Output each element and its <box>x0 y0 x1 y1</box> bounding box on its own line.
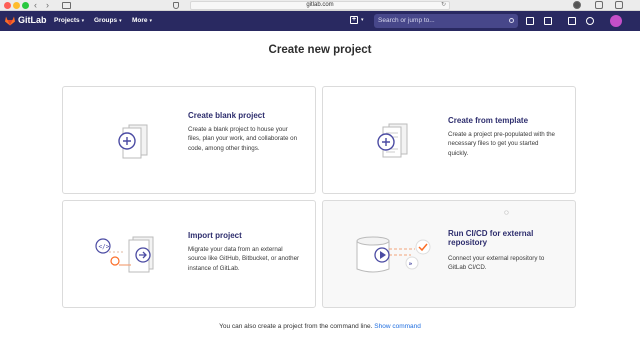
show-command-link[interactable]: Show command <box>374 323 421 330</box>
forward-icon[interactable]: › <box>46 0 49 10</box>
more-menu[interactable]: More ▾ <box>132 17 152 24</box>
projects-menu-label: Projects <box>54 17 80 24</box>
search-placeholder: Search or jump to... <box>378 17 435 24</box>
gitlab-navbar: GitLab Projects ▾ Groups ▾ More ▾ + ▾ Searc… <box>0 11 640 31</box>
todos-icon[interactable] <box>568 17 576 25</box>
svg-text:</>: </> <box>99 244 110 251</box>
issues-icon[interactable] <box>526 17 534 25</box>
chevron-down-icon: ▾ <box>81 18 85 24</box>
address-bar[interactable]: gitlab.com ↻ <box>190 1 450 10</box>
run-ci-cd-external-repo-card[interactable]: » Run CI/CD for external repository Conn… <box>322 200 576 308</box>
search-input[interactable]: Search or jump to... <box>374 14 518 28</box>
close-window-button[interactable] <box>4 2 11 9</box>
sidebar-toggle-icon[interactable] <box>62 2 71 9</box>
create-from-template-card[interactable]: Create from template Create a project pr… <box>322 86 576 194</box>
minimize-window-button[interactable] <box>13 2 20 9</box>
help-icon[interactable] <box>586 17 594 25</box>
browser-toolbar: ‹ › gitlab.com ↻ <box>0 0 640 11</box>
chevron-down-icon: ▾ <box>149 18 153 24</box>
search-icon <box>509 18 514 23</box>
svg-text:»: » <box>409 261 413 268</box>
page-title: Create new project <box>268 44 372 56</box>
template-illustration-icon <box>377 123 408 158</box>
command-line-text: You can also create a project from the c… <box>219 323 373 330</box>
reload-icon[interactable]: ↻ <box>441 2 446 9</box>
avatar[interactable] <box>610 15 622 27</box>
groups-menu[interactable]: Groups ▾ <box>94 17 122 24</box>
mouse-cursor-icon: ◌ <box>504 208 509 217</box>
share-icon[interactable] <box>595 1 603 9</box>
groups-menu-label: Groups <box>94 17 118 24</box>
card-title: Import project <box>188 231 242 240</box>
import-project-card[interactable]: </> Import project Migrate your data fro… <box>62 200 316 308</box>
create-blank-project-card[interactable]: Create blank project Create a blank proj… <box>62 86 316 194</box>
card-description: Create a blank project to house your fil… <box>188 126 298 152</box>
gitlab-logo-icon[interactable] <box>4 15 16 26</box>
new-item-icon[interactable]: + <box>350 16 358 24</box>
command-line-hint: You can also create a project from the c… <box>0 323 640 330</box>
import-illustration-icon: </> <box>95 236 154 273</box>
card-title: Create blank project <box>188 111 265 120</box>
more-menu-label: More <box>132 17 148 24</box>
chevron-down-icon: ▾ <box>119 18 122 24</box>
chevron-down-icon[interactable]: ▾ <box>361 17 364 23</box>
card-description: Migrate your data from an external sourc… <box>188 246 300 272</box>
back-icon[interactable]: ‹ <box>34 0 37 10</box>
projects-menu[interactable]: Projects ▾ <box>54 17 84 24</box>
card-title: Run CI/CD for external repository <box>448 229 534 247</box>
merge-requests-icon[interactable] <box>544 17 552 25</box>
zoom-window-button[interactable] <box>22 2 29 9</box>
card-description: Connect your external repository to GitL… <box>448 255 545 272</box>
card-title: Create from template <box>448 116 529 125</box>
new-tab-icon[interactable] <box>615 1 623 9</box>
url-text: gitlab.com <box>306 2 334 8</box>
blank-project-illustration-icon <box>118 124 148 159</box>
ci-cd-illustration-icon: » <box>356 236 431 273</box>
download-icon[interactable] <box>573 1 581 9</box>
privacy-shield-icon[interactable] <box>173 2 179 9</box>
gitlab-brand[interactable]: GitLab <box>18 15 47 25</box>
card-description: Create a project pre-populated with the … <box>448 131 555 157</box>
